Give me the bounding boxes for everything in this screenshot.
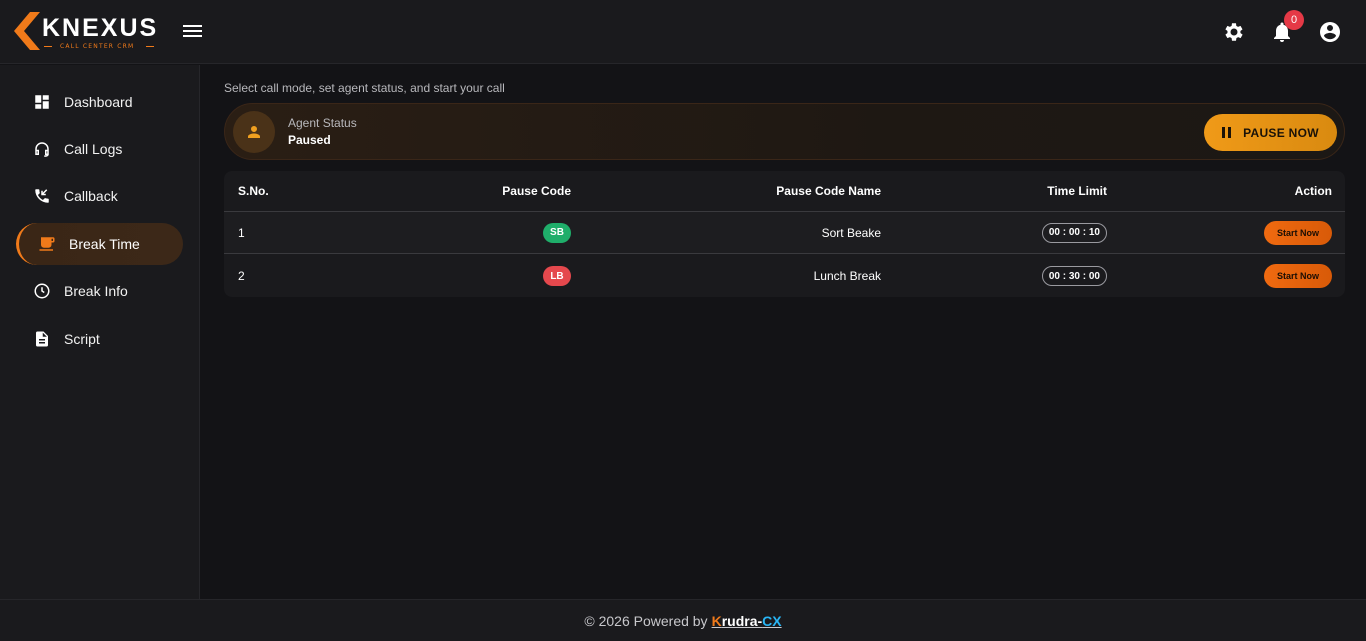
sidebar-item-script[interactable]: Script: [16, 318, 183, 360]
time-limit-value: 00 : 00 : 10: [1041, 222, 1107, 243]
footer-brand-mid: rudra-: [721, 612, 763, 629]
logo-rule-left: [44, 46, 52, 47]
sidebar-item-break-time[interactable]: Break Time: [16, 223, 183, 265]
top-bar: KNEXUS CALL CENTER CRM 0: [0, 0, 1366, 64]
row-sno: 2: [238, 269, 245, 283]
person-icon: [248, 126, 260, 138]
sidebar-item-label: Call Logs: [64, 141, 123, 157]
logo-rule-right: [146, 46, 154, 47]
start-now-button[interactable]: Start Now: [1264, 220, 1332, 245]
dashboard-icon: [33, 93, 51, 111]
footer-text: © 2026 Powered by: [584, 612, 708, 629]
table-row: 2 LB Lunch Break 00 : 30 : 00 Start Now: [224, 255, 1345, 297]
footer-brand-link[interactable]: Krudra-CX: [712, 613, 782, 629]
menu-icon[interactable]: [183, 22, 205, 42]
action-cell: Start Now: [1264, 255, 1332, 297]
sidebar-item-label: Callback: [64, 188, 118, 204]
phone-callback-icon: [33, 187, 51, 205]
pause-code-name: Sort Beake: [821, 225, 881, 240]
clock-icon: [33, 282, 51, 300]
account-icon[interactable]: [1318, 20, 1342, 44]
pause-codes-table: S.No. Pause Code Pause Code Name Time Li…: [224, 171, 1345, 297]
header-time-limit: Time Limit: [1047, 184, 1107, 198]
logo-tagline: CALL CENTER CRM: [60, 43, 135, 50]
pause-now-button[interactable]: PAUSE NOW: [1204, 114, 1337, 151]
sidebar-item-callback[interactable]: Callback: [16, 175, 183, 217]
header-sno: S.No.: [238, 184, 269, 198]
logo[interactable]: KNEXUS CALL CENTER CRM: [14, 12, 164, 52]
sidebar-item-label: Script: [64, 331, 100, 347]
gear-icon[interactable]: [1222, 20, 1246, 44]
agent-status-value: Paused: [288, 133, 331, 147]
pause-code-cell: SB: [543, 212, 571, 253]
time-limit-cell: 00 : 00 : 10: [1041, 212, 1107, 253]
logo-chevron-icon: [14, 12, 40, 50]
notification-badge: 0: [1284, 10, 1304, 30]
header-pause-code-name: Pause Code Name: [776, 184, 881, 198]
sidebar-item-label: Dashboard: [64, 94, 133, 110]
pause-code-badge: LB: [543, 266, 571, 286]
sidebar-item-label: Break Time: [69, 236, 140, 252]
coffee-icon: [38, 235, 56, 253]
footer: © 2026 Powered by Krudra-CX: [0, 599, 1366, 641]
row-sno: 1: [238, 225, 245, 240]
page-subtitle: Select call mode, set agent status, and …: [224, 81, 505, 95]
time-limit-value: 00 : 30 : 00: [1041, 266, 1107, 286]
footer-brand-cx: CX: [762, 612, 782, 629]
pause-now-label: PAUSE NOW: [1243, 125, 1319, 140]
time-limit-cell: 00 : 30 : 00: [1041, 255, 1107, 297]
action-cell: Start Now: [1264, 212, 1332, 253]
table-header-row: S.No. Pause Code Pause Code Name Time Li…: [224, 171, 1345, 212]
pause-code-cell: LB: [543, 255, 571, 297]
pause-code-name: Lunch Break: [813, 269, 881, 283]
sidebar-item-call-logs[interactable]: Call Logs: [16, 128, 183, 170]
document-icon: [33, 330, 51, 348]
sidebar-item-label: Break Info: [64, 283, 128, 299]
logo-wordmark: KNEXUS: [42, 14, 159, 42]
header-pause-code: Pause Code: [502, 184, 571, 198]
footer-brand-k: K: [711, 612, 722, 629]
start-now-button[interactable]: Start Now: [1264, 264, 1332, 288]
pause-icon: [1222, 127, 1232, 138]
pause-code-badge: SB: [543, 222, 571, 243]
agent-status-label: Agent Status: [288, 116, 357, 130]
headset-icon: [33, 140, 51, 158]
sidebar: Dashboard Call Logs Callback Break Time …: [0, 65, 200, 599]
agent-status-card: Agent Status Paused PAUSE NOW: [224, 103, 1345, 160]
table-row: 1 SB Sort Beake 00 : 00 : 10 Start Now: [224, 212, 1345, 254]
agent-avatar: [233, 111, 275, 153]
sidebar-item-dashboard[interactable]: Dashboard: [16, 81, 183, 123]
header-action: Action: [1294, 184, 1332, 198]
sidebar-item-break-info[interactable]: Break Info: [16, 270, 183, 312]
